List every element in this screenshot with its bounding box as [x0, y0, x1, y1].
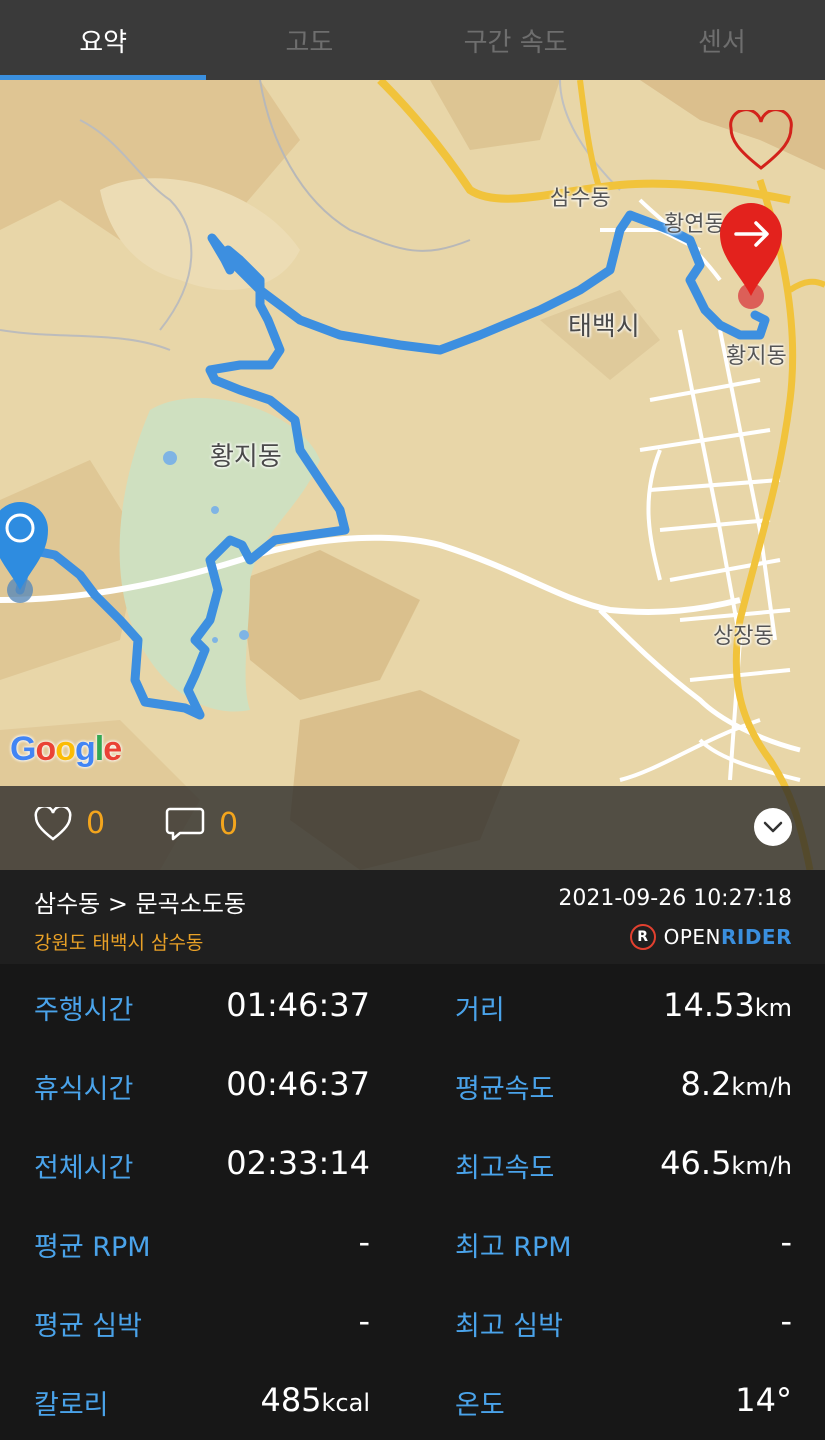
brand-open-text: OPEN — [663, 925, 721, 949]
route-location: 강원도 태백시 삼수동 — [34, 932, 204, 954]
rest-time-label: 휴식시간 — [34, 1074, 134, 1105]
map-label-samsu: 삼수동 — [550, 186, 611, 211]
route-map[interactable]: 삼수동 황연동 태백시 황지동 황지동 상장동 Google — [0, 80, 825, 870]
tab-section-speed[interactable]: 구간 속도 — [413, 0, 619, 80]
map-label-taebaek: 태백시 — [568, 312, 640, 342]
ride-info-header: 삼수동 > 문곡소도동 강원도 태백시 삼수동 2021-09-26 10:27… — [0, 870, 825, 964]
google-logo: Google — [10, 730, 122, 768]
max-speed-unit: km/h — [731, 1152, 792, 1180]
tab-summary[interactable]: 요약 — [0, 0, 207, 80]
start-marker[interactable] — [0, 498, 56, 610]
route-title: 삼수동 > 문곡소도동 — [34, 890, 247, 918]
brand-rider-text: RIDER — [720, 925, 792, 949]
heart-outline-icon[interactable] — [728, 110, 794, 172]
total-time-value: 02:33:14 — [226, 1144, 370, 1182]
max-hr-value: - — [780, 1302, 792, 1340]
stats-row: 전체시간 02:33:14 최고속도 46.5km/h — [0, 1122, 825, 1201]
map-label-hwangyeon: 황연동 — [664, 212, 725, 237]
calories-number: 485 — [260, 1381, 322, 1419]
distance-unit: km — [754, 994, 792, 1022]
map-label-sangjang: 상장동 — [713, 624, 774, 649]
max-hr-label: 최고 심박 — [455, 1311, 563, 1342]
distance-number: 14.53 — [663, 986, 755, 1024]
distance-value: 14.53km — [663, 986, 792, 1024]
like-button[interactable]: 0 — [34, 806, 105, 841]
stats-row: 칼로리 485kcal 온도 14° — [0, 1359, 825, 1438]
tab-sensor[interactable]: 센서 — [619, 0, 825, 80]
map-label-hwangji-town: 황지동 — [726, 344, 787, 369]
max-speed-label: 최고속도 — [455, 1153, 555, 1184]
expand-button[interactable] — [754, 808, 792, 846]
calories-label: 칼로리 — [34, 1390, 109, 1421]
comment-count: 0 — [219, 806, 239, 842]
ride-datetime: 2021-09-26 10:27:18 — [558, 886, 792, 911]
avg-rpm-label: 평균 RPM — [34, 1232, 151, 1263]
stats-row: 평균 심박 - 최고 심박 - — [0, 1280, 825, 1359]
tab-bar: 요약 고도 구간 속도 센서 — [0, 0, 825, 80]
ride-time-value: 01:46:37 — [226, 986, 370, 1024]
stats-row: 주행시간 01:46:37 거리 14.53km — [0, 964, 825, 1043]
rest-time-value: 00:46:37 — [226, 1065, 370, 1103]
temperature-value: 14° — [735, 1381, 792, 1419]
avg-speed-unit: km/h — [731, 1073, 792, 1101]
avg-hr-value: - — [358, 1302, 370, 1340]
calories-value: 485kcal — [260, 1381, 370, 1419]
end-marker[interactable] — [718, 202, 786, 310]
max-speed-number: 46.5 — [660, 1144, 732, 1182]
map-label-hwangji: 황지동 — [210, 442, 282, 472]
openrider-logo: R OPEN RIDER — [629, 924, 792, 950]
chevron-down-icon — [763, 821, 783, 833]
like-count: 0 — [86, 806, 106, 841]
tab-elevation[interactable]: 고도 — [206, 0, 412, 80]
avg-hr-label: 평균 심박 — [34, 1311, 142, 1342]
total-time-label: 전체시간 — [34, 1153, 134, 1184]
social-bar: 0 0 — [0, 786, 825, 870]
temperature-label: 온도 — [455, 1390, 505, 1421]
map-canvas — [0, 80, 825, 870]
max-rpm-value: - — [780, 1223, 792, 1261]
max-speed-value: 46.5km/h — [660, 1144, 792, 1182]
avg-rpm-value: - — [358, 1223, 370, 1261]
ride-time-label: 주행시간 — [34, 995, 134, 1026]
max-rpm-label: 최고 RPM — [455, 1232, 572, 1263]
calories-unit: kcal — [321, 1389, 370, 1417]
heart-icon — [34, 806, 72, 841]
distance-label: 거리 — [455, 995, 505, 1026]
avg-speed-label: 평균속도 — [455, 1074, 555, 1105]
avg-speed-value: 8.2km/h — [681, 1065, 792, 1103]
avg-speed-number: 8.2 — [680, 1065, 732, 1103]
comment-button[interactable]: 0 — [165, 806, 238, 842]
stats-row: 평균 RPM - 최고 RPM - — [0, 1201, 825, 1280]
stats-panel: 주행시간 01:46:37 거리 14.53km 휴식시간 00:46:37 평… — [0, 964, 825, 1440]
stats-row: 휴식시간 00:46:37 평균속도 8.2km/h — [0, 1043, 825, 1122]
openrider-badge-icon: R — [629, 924, 656, 950]
comment-icon — [165, 807, 205, 841]
